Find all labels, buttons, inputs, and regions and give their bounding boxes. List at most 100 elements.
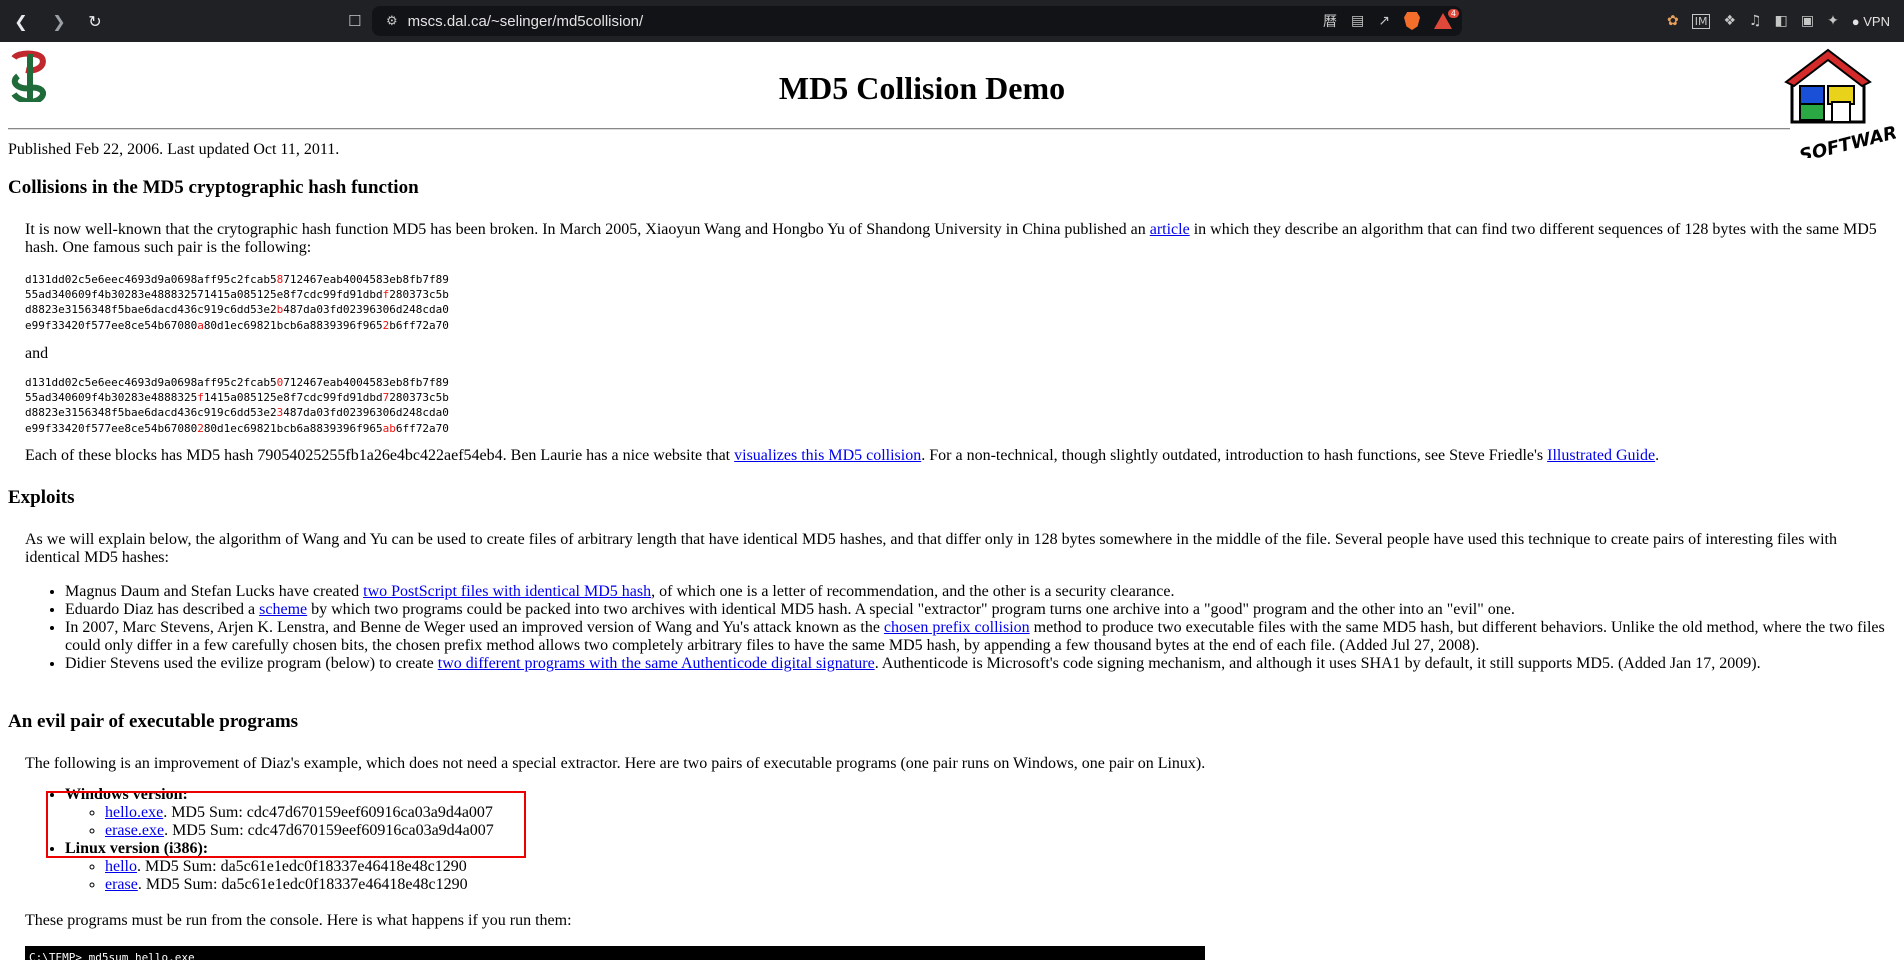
sidebar-icon[interactable]: ◧ <box>1775 13 1788 29</box>
differing-byte: ab <box>382 421 396 435</box>
hash-segment: e99f33420f577ee8ce54b67080 <box>25 318 198 332</box>
wallet-icon[interactable]: ▣ <box>1801 13 1814 29</box>
illustrated-guide-link[interactable]: Illustrated Guide <box>1547 447 1655 464</box>
bookmark-icon[interactable]: ☐ <box>348 12 361 30</box>
differing-byte: f <box>197 391 204 405</box>
hash-segment: 55ad340609f4b30283e4888325 <box>25 391 198 405</box>
highlight-box <box>46 791 526 858</box>
svg-text:SOFTWARE: SOFTWARE <box>1797 119 1896 158</box>
hash-segment: b6ff72a70 <box>389 318 449 332</box>
vpn-label: VPN <box>1863 13 1890 29</box>
published-date: Published Feb 22, 2006. Last updated Oct… <box>8 141 340 158</box>
authenticode-link[interactable]: two different programs with the same Aut… <box>438 655 875 672</box>
hash-segment: 712467eab4004583eb8fb7f89 <box>283 376 449 389</box>
share-icon[interactable]: ↗ <box>1378 13 1390 29</box>
erase-link[interactable]: erase <box>105 876 138 893</box>
hash-segment: 80d1ec69821bcb6a8839396f965 <box>203 421 383 435</box>
puzzle-extensions-icon[interactable]: ❖ <box>1723 13 1736 29</box>
hash-segment: 80d1ec69821bcb6a8839396f965 <box>203 318 383 332</box>
hash-line: e99f33420f577ee8ce54b67080a80d1ec69821bc… <box>25 319 449 332</box>
item-text: Magnus Daum and Stefan Lucks have create… <box>65 583 364 600</box>
address-bar[interactable]: ⚙ mscs.dal.ca/~selinger/md5collision/ 曆 … <box>372 6 1462 36</box>
reload-icon[interactable]: ↻ <box>84 10 106 32</box>
md5-sum: . MD5 Sum: da5c61e1edc0f18337e46418e48c1… <box>137 858 467 875</box>
file-item: hello. MD5 Sum: da5c61e1edc0f18337e46418… <box>105 858 1904 876</box>
url-text[interactable]: mscs.dal.ca/~selinger/md5collision/ <box>408 13 644 30</box>
and-text: and <box>25 345 49 362</box>
rewards-badge: 4 <box>1447 9 1459 18</box>
hash-segment: d131dd02c5e6eec4693d9a0698aff95c2fcab5 <box>25 376 277 389</box>
hash-line: d131dd02c5e6eec4693d9a0698aff95c2fcab507… <box>25 376 449 389</box>
chosen-prefix-link[interactable]: chosen prefix collision <box>884 619 1030 636</box>
site-settings-icon[interactable]: ⚙ <box>386 14 398 29</box>
hash-segment: 280373c5b <box>389 288 449 302</box>
evil-pair-intro: The following is an improvement of Diaz'… <box>25 755 1206 772</box>
hash-line: d131dd02c5e6eec4693d9a0698aff95c2fcab587… <box>25 273 449 286</box>
hash-segment: 280373c5b <box>389 391 449 405</box>
run-intro: These programs must be run from the cons… <box>25 912 572 929</box>
item-text: Didier Stevens used the evilize program … <box>65 655 438 672</box>
differing-byte: 2 <box>197 421 204 435</box>
hello-link[interactable]: hello <box>105 858 137 875</box>
hash-segment: 6ff72a70 <box>395 421 449 435</box>
scheme-link[interactable]: scheme <box>259 601 307 618</box>
page-title: MD5 Collision Demo <box>778 70 1066 106</box>
intro-text-a: It is now well-known that the crytograph… <box>25 221 1150 238</box>
hash-line: 55ad340609f4b30283e4888325f1415a085125e8… <box>25 391 449 404</box>
item-text: , of which one is a letter of recommenda… <box>651 583 1175 600</box>
imdb-extension-icon[interactable]: IM <box>1691 13 1711 29</box>
leo-ai-icon[interactable]: ✦ <box>1827 13 1839 29</box>
file-item: erase. MD5 Sum: da5c61e1edc0f18337e46418… <box>105 876 1904 894</box>
cookie-extension-icon[interactable]: ✿ <box>1667 13 1679 29</box>
brave-shields-icon[interactable]: 1 <box>1404 12 1420 30</box>
intro-paragraph: It is now well-known that the crytograph… <box>25 221 1885 257</box>
browser-toolbar: ❮ ❯ ↻ ☐ ⚙ mscs.dal.ca/~selinger/md5colli… <box>0 0 1904 42</box>
hash-text-b: . For a non-technical, though slightly o… <box>921 447 1548 464</box>
list-item: Eduardo Diaz has described a scheme by w… <box>65 601 1904 619</box>
hash-line: e99f33420f577ee8ce54b67080280d1ec69821bc… <box>25 422 449 435</box>
header-divider <box>8 128 1790 130</box>
forward-icon[interactable]: ❯ <box>48 10 70 32</box>
item-text: Eduardo Diaz has described a <box>65 601 260 618</box>
hash-block-1: d131dd02c5e6eec4693d9a0698aff95c2fcab587… <box>25 272 449 333</box>
hash-segment: d131dd02c5e6eec4693d9a0698aff95c2fcab5 <box>25 273 277 286</box>
hash-text-c: . <box>1655 447 1660 464</box>
hash-text-a: Each of these blocks has MD5 hash 790540… <box>25 447 735 464</box>
item-text: In 2007, Marc Stevens, Arjen K. Lenstra,… <box>65 619 884 636</box>
exploits-list: Magnus Daum and Stefan Lucks have create… <box>25 583 1904 673</box>
hash-line: d8823e3156348f5bae6dacd436c919c6dd53e2b4… <box>25 303 449 316</box>
page-content: MD5 Collision Demo SOFTWARE Published Fe… <box>0 42 1904 960</box>
list-item: Magnus Daum and Stefan Lucks have create… <box>65 583 1904 601</box>
heading-exploits: Exploits <box>8 487 75 508</box>
brave-rewards-icon[interactable]: 4 <box>1434 9 1459 29</box>
linux-files: hello. MD5 Sum: da5c61e1edc0f18337e46418… <box>65 858 1904 894</box>
hash-line: 55ad340609f4b30283e488832571415a085125e8… <box>25 288 449 301</box>
hash-segment: d8823e3156348f5bae6dacd436c919c6dd53e2 <box>25 406 277 420</box>
visualizes-collision-link[interactable]: visualizes this MD5 collision <box>734 447 921 464</box>
extensions-bar: ✿ IM ❖ ♫ ◧ ▣ ✦ ● VPN <box>1667 0 1904 42</box>
hash-segment: 712467eab4004583eb8fb7f89 <box>283 273 449 286</box>
translate-icon[interactable]: 曆 <box>1323 11 1337 31</box>
item-text: by which two programs could be packed in… <box>307 601 1515 618</box>
hash-segment: e99f33420f577ee8ce54b67080 <box>25 421 198 435</box>
reader-mode-icon[interactable]: ▤ <box>1351 13 1364 29</box>
list-item: In 2007, Marc Stevens, Arjen K. Lenstra,… <box>65 619 1904 655</box>
item-text: . Authenticode is Microsoft's code signi… <box>874 655 1761 672</box>
software-house-logo: SOFTWARE <box>1784 48 1896 158</box>
hash-segment: 487da03fd02396306d248cda0 <box>283 303 449 317</box>
back-icon[interactable]: ❮ <box>10 10 32 32</box>
vpn-button[interactable]: ● VPN <box>1852 14 1890 29</box>
differing-byte: a <box>197 318 204 332</box>
hash-segment: 487da03fd02396306d248cda0 <box>283 406 449 420</box>
hash-segment: 55ad340609f4b30283e488832571415a085125e8… <box>25 288 383 302</box>
article-link[interactable]: article <box>1150 221 1190 238</box>
heading-evil-pair: An evil pair of executable programs <box>8 711 299 732</box>
md5-sum: . MD5 Sum: da5c61e1edc0f18337e46418e48c1… <box>137 876 468 893</box>
postscript-files-link[interactable]: two PostScript files with identical MD5 … <box>363 583 651 600</box>
music-icon[interactable]: ♫ <box>1749 13 1762 29</box>
shields-badge: 1 <box>1416 12 1420 15</box>
hash-segment: 1415a085125e8f7cdc99fd91dbd <box>203 391 383 405</box>
hash-block-2: d131dd02c5e6eec4693d9a0698aff95c2fcab507… <box>25 375 449 436</box>
exploits-intro: As we will explain below, the algorithm … <box>25 531 1837 566</box>
hash-line: d8823e3156348f5bae6dacd436c919c6dd53e234… <box>25 406 449 419</box>
